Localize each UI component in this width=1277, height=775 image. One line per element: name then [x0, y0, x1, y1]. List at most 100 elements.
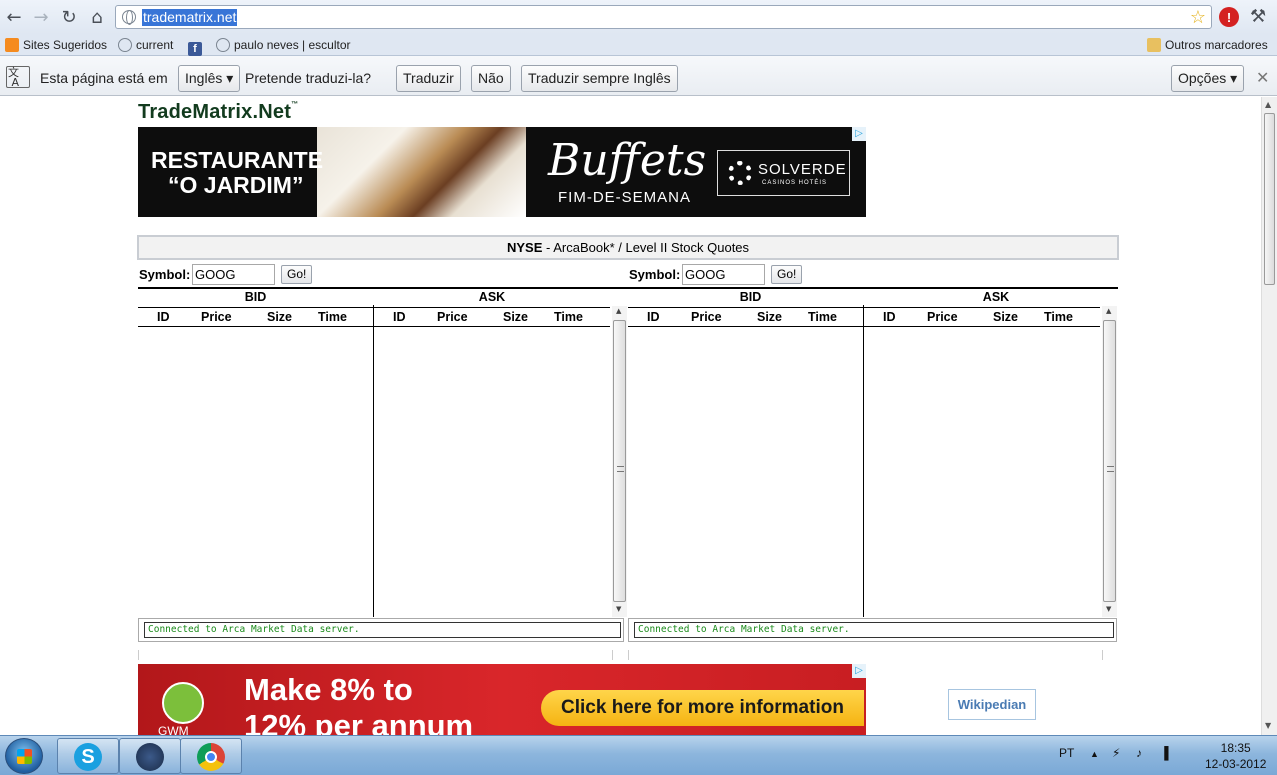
volume-icon[interactable]: ♪ [1136, 746, 1142, 760]
ad-headline: Make 8% to 12% per annum [244, 672, 474, 735]
order-book-left: BID ASK ID Price Size Time ID Price Size… [138, 287, 1118, 617]
app-icon [136, 743, 164, 771]
tray-expand-icon[interactable]: ▲ [1090, 749, 1099, 759]
bid-ask-divider [863, 305, 864, 617]
taskbar: S PT ▲ ⚡ ♪ ▐ 18:35 12-03-2012 [0, 735, 1277, 775]
globe-icon [216, 38, 230, 52]
scroll-up-icon[interactable]: ▲ [1265, 100, 1271, 109]
col-time: Time [318, 310, 347, 324]
adchoices-icon[interactable]: ▷ [852, 664, 866, 678]
scroll-down-icon[interactable]: ▼ [616, 605, 621, 613]
quotes-header: NYSE - ArcaBook* / Level II Stock Quotes [137, 235, 1119, 260]
power-icon[interactable]: ⚡ [1112, 746, 1120, 760]
options-button[interactable]: Opções ▾ [1171, 65, 1245, 92]
scroll-thumb[interactable] [1264, 113, 1275, 285]
taskbar-app[interactable] [119, 738, 181, 774]
back-icon[interactable]: ← [2, 6, 26, 28]
status-text: Connected to Arca Market Data server. [144, 622, 621, 638]
close-icon[interactable]: ✕ [1256, 68, 1269, 87]
bookmark-current[interactable]: current [118, 37, 173, 53]
taskbar-chrome[interactable] [180, 738, 242, 774]
bookmark-sites-sugeridos[interactable]: Sites Sugeridos [5, 37, 107, 53]
reload-icon[interactable]: ↻ [57, 6, 81, 28]
panel-scrollbar[interactable]: ▲ ▼ [1102, 306, 1117, 617]
gwm-brand: GWM [158, 724, 189, 735]
col-size: Size [267, 310, 293, 324]
adchoices-icon[interactable]: ▷ [852, 127, 866, 141]
page-scrollbar[interactable]: ▲ ▼ [1261, 97, 1277, 735]
ask-columns: ID Price Size Time [374, 307, 610, 327]
no-button[interactable]: Não [471, 65, 511, 92]
col-price: Price [691, 310, 722, 324]
home-icon[interactable]: ⌂ [85, 6, 109, 28]
ask-title: ASK [478, 290, 506, 304]
col-id: ID [393, 310, 406, 324]
ask-columns: ID Price Size Time [864, 307, 1100, 327]
scroll-thumb[interactable] [613, 320, 626, 602]
scroll-down-icon[interactable]: ▼ [1106, 605, 1111, 613]
bid-title: BID [244, 290, 267, 304]
col-time: Time [1044, 310, 1073, 324]
translate-button[interactable]: Traduzir [396, 65, 461, 92]
scroll-thumb[interactable] [1103, 320, 1116, 602]
symbol-label: Symbol: [139, 267, 191, 282]
bookmarks-bar: Sites Sugeridos current f paulo neves | … [0, 34, 1277, 56]
site-logo[interactable]: TradeMatrix.Net™ [138, 101, 298, 124]
always-translate-button[interactable]: Traduzir sempre Inglês [521, 65, 678, 92]
symbol-input-right[interactable] [682, 264, 765, 285]
solverde-logo: SOLVERDE CASINOS HOTÉIS [717, 150, 850, 196]
sun-icon [728, 161, 752, 185]
banner-ad[interactable]: RESTAURANTE “O JARDIM” Buffets FIM-DE-SE… [138, 127, 866, 217]
col-id: ID [157, 310, 170, 324]
banner-buffets: Buffets [548, 135, 707, 186]
status-box-right: Connected to Arca Market Data server. [628, 618, 1117, 642]
symbol-row-left: Symbol: Go! [139, 263, 619, 285]
bid-title: BID [739, 290, 762, 304]
scroll-up-icon[interactable]: ▲ [616, 307, 621, 315]
url-text[interactable]: tradematrix.net [142, 9, 238, 26]
network-icon[interactable]: ▐ [1160, 746, 1169, 760]
bid-columns: ID Price Size Time [628, 307, 863, 327]
col-size: Size [993, 310, 1019, 324]
taskbar-skype[interactable]: S [57, 738, 119, 774]
panel-scrollbar[interactable]: ▲ ▼ [612, 306, 627, 617]
tick-mark [1102, 650, 1103, 660]
windows-start-icon[interactable] [5, 738, 43, 774]
status-text: Connected to Arca Market Data server. [634, 622, 1114, 638]
status-box-left: Connected to Arca Market Data server. [138, 618, 624, 642]
scroll-up-icon[interactable]: ▲ [1106, 307, 1111, 315]
bottom-ad[interactable]: GWM Make 8% to 12% per annum Click here … [138, 664, 866, 735]
col-price: Price [927, 310, 958, 324]
tick-mark [628, 650, 629, 660]
extension-icon[interactable]: ! [1219, 7, 1239, 27]
page-viewport: TradeMatrix.Net™ RESTAURANTE “O JARDIM” … [0, 97, 1261, 735]
language-indicator[interactable]: PT [1059, 746, 1074, 760]
col-size: Size [757, 310, 783, 324]
go-button-left[interactable]: Go! [281, 265, 313, 284]
forward-icon[interactable]: → [29, 6, 53, 28]
scroll-down-icon[interactable]: ▼ [1265, 721, 1271, 730]
wikipedian-badge[interactable]: Wikipedian [948, 689, 1036, 720]
symbol-row-right: Symbol: Go! [629, 263, 1109, 285]
bookmark-paulo-neves[interactable]: paulo neves | escultor [216, 37, 351, 53]
banner-line2: “O JARDIM” [168, 172, 304, 198]
language-select[interactable]: Inglês ▾ [178, 65, 241, 92]
system-clock[interactable]: 18:35 12-03-2012 [1205, 740, 1266, 772]
bookmark-facebook[interactable]: f [188, 37, 206, 56]
globe-icon [118, 38, 132, 52]
symbol-input-left[interactable] [192, 264, 275, 285]
star-icon[interactable]: ☆ [1190, 7, 1206, 28]
facebook-icon: f [188, 42, 202, 56]
wrench-icon[interactable]: ⚒ [1250, 6, 1266, 27]
col-time: Time [808, 310, 837, 324]
col-price: Price [437, 310, 468, 324]
infobar-text: Esta página está em [40, 70, 168, 86]
ad-cta-button[interactable]: Click here for more information [541, 690, 864, 726]
other-bookmarks[interactable]: Outros marcadores [1147, 37, 1268, 53]
tick-mark [612, 650, 613, 660]
bookmark-icon [5, 38, 19, 52]
col-id: ID [647, 310, 660, 324]
browser-toolbar: ← → ↻ ⌂ tradematrix.net ☆ ! ⚒ [0, 0, 1277, 34]
go-button-right[interactable]: Go! [771, 265, 803, 284]
address-bar[interactable]: tradematrix.net ☆ [115, 5, 1212, 29]
